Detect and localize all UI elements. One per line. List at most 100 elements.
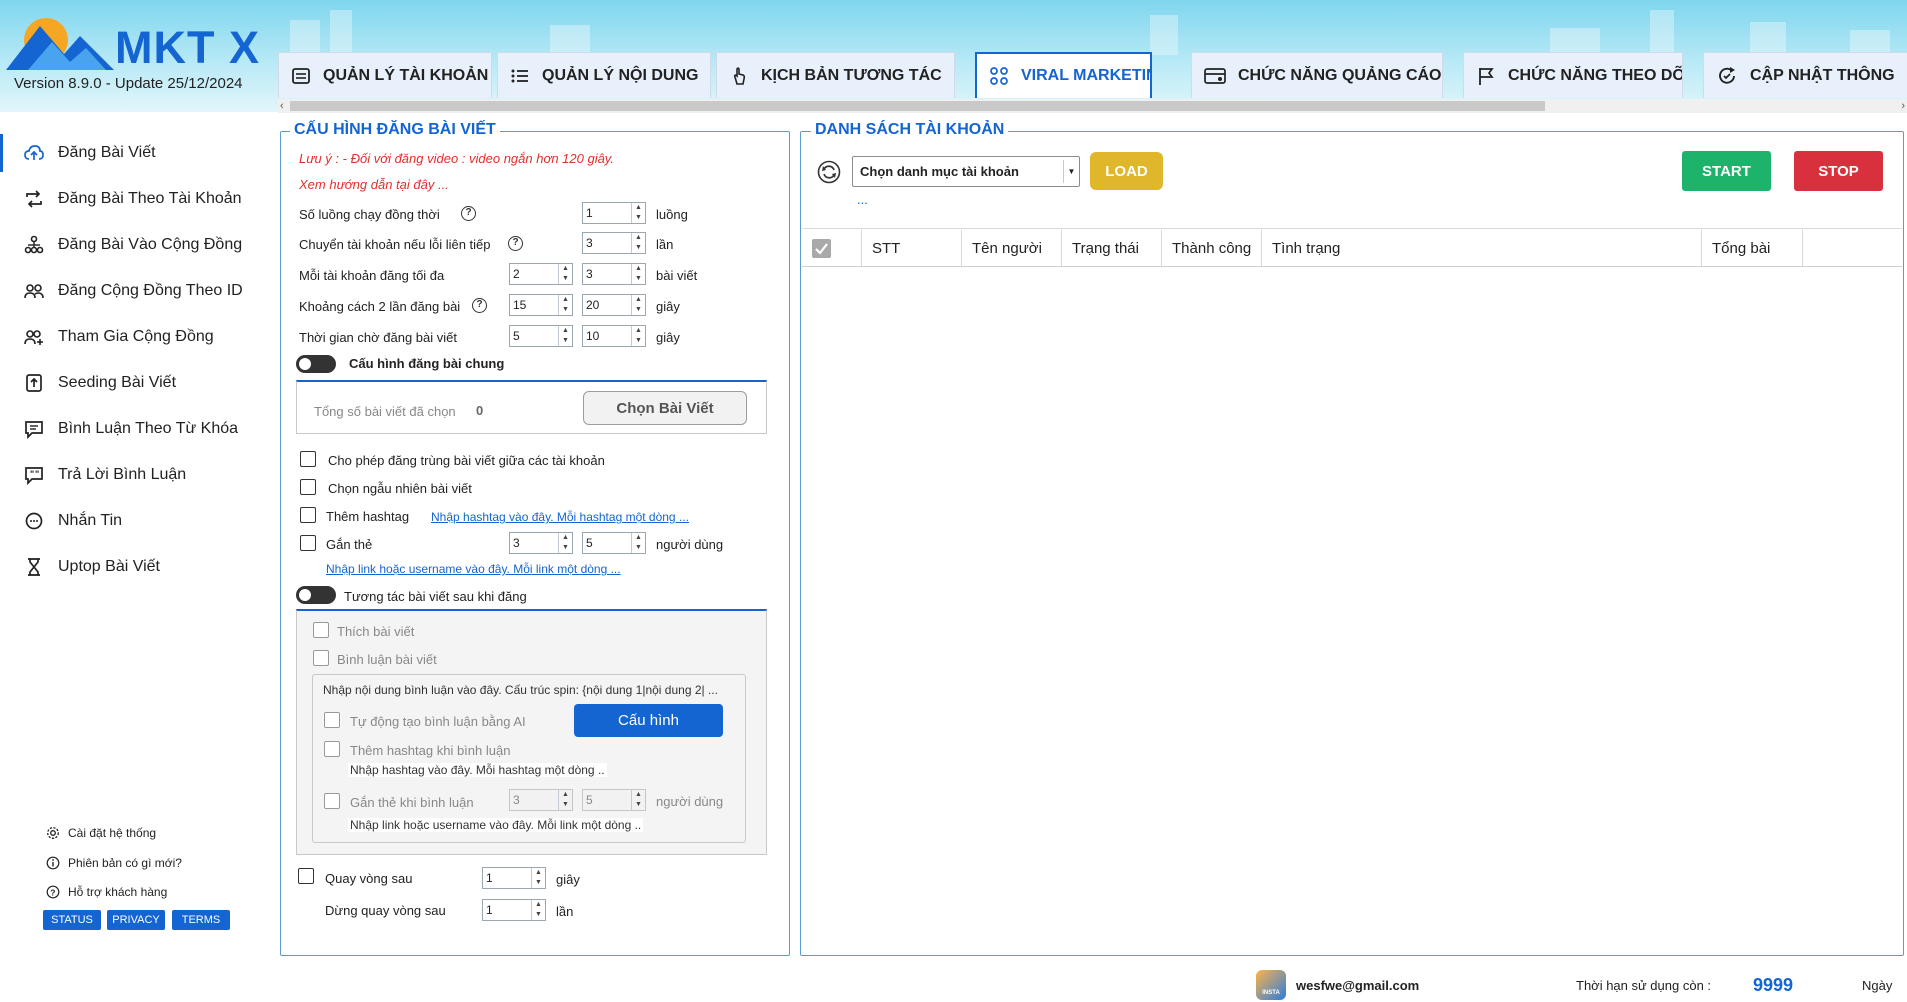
status-button[interactable]: STATUS — [43, 910, 101, 930]
switch-account-input[interactable]: 3 ▲ ▼ — [582, 232, 646, 254]
video-note: Lưu ý : - Đối với đăng video : video ngắ… — [299, 151, 614, 166]
guide-link[interactable]: Xem hướng dẫn tại đây ... — [299, 177, 449, 192]
comment-tag-checkbox[interactable] — [324, 793, 340, 809]
max-posts-from-input[interactable]: 2 ▲ ▼ — [509, 263, 573, 285]
comment-tag-to-input[interactable]: 5 ▲ ▼ — [582, 789, 646, 811]
hourglass-icon — [28, 558, 40, 576]
loop-label: Quay vòng sau — [325, 871, 413, 886]
hashtag-input-link[interactable]: Nhập hashtag vào đây. Mỗi hashtag một dò… — [431, 510, 689, 524]
city-skyline-decoration — [290, 10, 1890, 55]
cloud-upload-icon — [24, 145, 44, 160]
max-posts-to-input[interactable]: 3 ▲ ▼ — [582, 263, 646, 285]
column-header-stt[interactable]: STT — [862, 230, 962, 266]
sidebar-item-post[interactable]: Đăng Bài Viết — [24, 138, 156, 168]
customer-support-link[interactable]: ? Hỗ trợ khách hàng — [46, 885, 167, 899]
like-post-checkbox[interactable] — [313, 622, 329, 638]
comment-tag-from-input[interactable]: 3 ▲ ▼ — [509, 789, 573, 811]
sidebar-item-seeding[interactable]: Seeding Bài Viết — [24, 368, 176, 398]
select-all-checkbox[interactable] — [812, 238, 831, 258]
tab-label: CẬP NHẬT THÔNG — [1750, 66, 1895, 84]
stop-loop-input[interactable]: 1 ▲ ▼ — [482, 899, 546, 921]
insta-badge-icon: INSTA — [1256, 970, 1286, 1000]
comment-hashtag-input[interactable]: Nhập hashtag vào đây. Mỗi hashtag một dò… — [348, 763, 607, 777]
total-selected-value: 0 — [476, 403, 484, 418]
account-category-select[interactable]: Chọn danh mục tài khoản ▼ — [852, 156, 1080, 187]
column-header-success[interactable]: Thành công — [1162, 230, 1262, 266]
scroll-right-arrow-icon[interactable]: › — [1901, 99, 1905, 113]
check-icon — [815, 242, 828, 255]
whats-new-link[interactable]: Phiên bản có gì mới? — [46, 856, 182, 870]
users-icon — [24, 284, 44, 299]
tag-link-input[interactable]: Nhập link hoặc username vào đây. Mỗi lin… — [326, 562, 621, 576]
help-question-icon[interactable]: ? — [508, 236, 523, 251]
choose-posts-button[interactable]: Chọn Bài Viết — [583, 391, 747, 425]
load-button[interactable]: LOAD — [1090, 152, 1163, 190]
privacy-button[interactable]: PRIVACY — [107, 910, 165, 930]
sidebar-item-join-community[interactable]: Tham Gia Cộng Đồng — [24, 322, 214, 352]
tab-interaction-script[interactable]: KỊCH BẢN TƯƠNG TÁC — [716, 52, 955, 98]
column-header-condition[interactable]: Tình trạng — [1262, 230, 1702, 266]
column-header-status[interactable]: Trạng thái — [1062, 230, 1162, 266]
sidebar-item-label: Nhắn Tin — [58, 512, 123, 529]
sidebar-item-label: Đăng Bài Vào Cộng Đồng — [58, 236, 243, 253]
tag-to-input[interactable]: 5 ▲ ▼ — [582, 532, 646, 554]
tab-viral-marketing[interactable]: VIRAL MARKETING — [975, 52, 1152, 98]
wait-time-to-input[interactable]: 10 ▲ ▼ — [582, 325, 646, 347]
comment-post-checkbox[interactable] — [313, 650, 329, 666]
common-config-label: Cấu hình đăng bài chung — [349, 356, 505, 371]
comment-tag-input[interactable]: Nhập link hoặc username vào đây. Mỗi lin… — [348, 818, 644, 832]
footer-link-label: Cài đặt hệ thống — [68, 826, 157, 840]
allow-duplicate-checkbox[interactable] — [300, 451, 316, 467]
tag-from-input[interactable]: 3 ▲ ▼ — [509, 532, 573, 554]
comment-post-label: Bình luận bài viết — [337, 652, 437, 667]
flag-icon — [1479, 67, 1494, 85]
column-header-name[interactable]: Tên người — [962, 230, 1062, 266]
tab-update-info[interactable]: CẬP NHẬT THÔNG — [1703, 52, 1907, 98]
sidebar-item-post-to-community[interactable]: Đăng Bài Vào Cộng Đồng — [24, 230, 242, 260]
help-question-icon[interactable]: ? — [472, 298, 487, 313]
sidebar-item-message[interactable]: Nhắn Tin — [24, 506, 122, 536]
tag-users-checkbox[interactable] — [300, 535, 316, 551]
scrollbar-thumb[interactable] — [290, 101, 1545, 111]
sidebar-item-label: Tham Gia Cộng Đồng — [58, 328, 214, 345]
threads-input[interactable]: 1 ▲ ▼ — [582, 202, 646, 224]
help-question-icon[interactable]: ? — [461, 206, 476, 221]
loop-checkbox[interactable] — [298, 868, 314, 884]
scroll-left-arrow-icon[interactable]: ‹ — [280, 99, 284, 113]
post-gap-from-input[interactable]: 15 ▲ ▼ — [509, 294, 573, 316]
sidebar-item-post-community-by-id[interactable]: Đăng Cộng Đồng Theo ID — [24, 276, 243, 306]
sidebar-item-label: Seeding Bài Viết — [58, 374, 177, 391]
stop-button[interactable]: STOP — [1794, 151, 1883, 191]
category-more-dots[interactable]: ... — [857, 192, 868, 207]
tab-tracking-functions[interactable]: CHỨC NĂNG THEO DÕI — [1463, 52, 1683, 98]
sidebar-item-reply-comment[interactable]: " " Trả Lời Bình Luận — [24, 460, 186, 490]
tab-content-management[interactable]: QUẢN LÝ NỘI DUNG — [497, 52, 711, 98]
column-header-total-posts[interactable]: Tổng bài — [1702, 230, 1803, 266]
loop-input[interactable]: 1 ▲ ▼ — [482, 867, 546, 889]
sidebar-item-post-by-account[interactable]: Đăng Bài Theo Tài Khoản — [24, 184, 242, 214]
comment-hashtag-checkbox[interactable] — [324, 741, 340, 757]
allow-duplicate-label: Cho phép đăng trùng bài viết giữa các tà… — [328, 453, 605, 468]
comment-content-input[interactable]: Nhập nội dung bình luận vào đây. Cấu trú… — [321, 683, 720, 697]
select-all-cell[interactable] — [802, 230, 862, 266]
category-selected-value: Chọn danh mục tài khoản — [860, 164, 1019, 179]
system-settings-link[interactable]: Cài đặt hệ thống — [46, 826, 156, 840]
start-button[interactable]: START — [1682, 151, 1771, 191]
sidebar-item-uptop[interactable]: Uptop Bài Viết — [24, 552, 160, 582]
group-tree-icon — [24, 235, 44, 254]
tab-label: QUẢN LÝ NỘI DUNG — [542, 66, 699, 84]
ai-comment-checkbox[interactable] — [324, 712, 340, 728]
tabs-horizontal-scrollbar[interactable]: ‹ › — [278, 99, 1907, 113]
tab-ads-functions[interactable]: CHỨC NĂNG QUẢNG CÁO — [1191, 52, 1443, 98]
terms-button[interactable]: TERMS — [172, 910, 230, 930]
wait-time-from-input[interactable]: 5 ▲ ▼ — [509, 325, 573, 347]
sidebar-item-comment-keyword[interactable]: Bình Luận Theo Từ Khóa — [24, 414, 238, 444]
tab-account-management[interactable]: QUẢN LÝ TÀI KHOẢN — [278, 52, 492, 98]
refresh-icon[interactable] — [817, 160, 841, 184]
add-hashtag-checkbox[interactable] — [300, 507, 316, 523]
post-gap-to-input[interactable]: 20 ▲ ▼ — [582, 294, 646, 316]
interact-after-post-toggle[interactable] — [296, 586, 336, 604]
common-config-toggle[interactable] — [296, 355, 336, 373]
random-post-checkbox[interactable] — [300, 479, 316, 495]
comment-config-button[interactable]: Cấu hình — [574, 704, 723, 737]
